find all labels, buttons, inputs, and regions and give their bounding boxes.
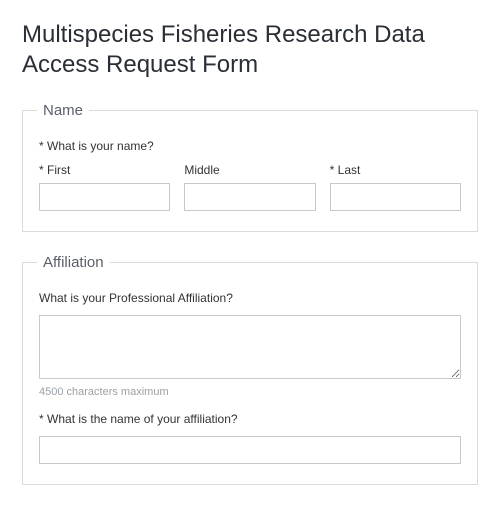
prof-affiliation-textarea[interactable] — [39, 315, 461, 379]
field-middle: Middle — [184, 163, 315, 211]
prof-affiliation-hint: 4500 characters maximum — [39, 386, 461, 398]
input-first[interactable] — [39, 183, 170, 211]
label-middle: Middle — [184, 163, 315, 177]
name-question: What is your name? — [39, 139, 461, 153]
label-first: First — [39, 163, 170, 177]
affiliation-name-input[interactable] — [39, 436, 461, 464]
prof-affiliation-question: What is your Professional Affiliation? — [39, 291, 461, 305]
section-name-legend: Name — [37, 102, 89, 119]
input-middle[interactable] — [184, 183, 315, 211]
affiliation-name-question: What is the name of your affiliation? — [39, 412, 461, 426]
field-last: Last — [330, 163, 461, 211]
page-title: Multispecies Fisheries Research Data Acc… — [22, 20, 478, 80]
section-affiliation: Affiliation What is your Professional Af… — [22, 254, 478, 485]
input-last[interactable] — [330, 183, 461, 211]
section-name: Name What is your name? First Middle Las… — [22, 102, 478, 232]
label-last: Last — [330, 163, 461, 177]
field-first: First — [39, 163, 170, 211]
section-affiliation-legend: Affiliation — [37, 254, 110, 271]
